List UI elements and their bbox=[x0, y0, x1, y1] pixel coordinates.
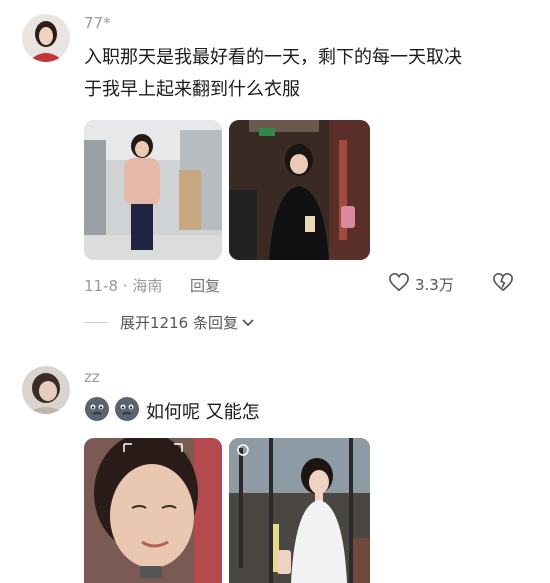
avatar[interactable] bbox=[22, 366, 70, 414]
comment-photo-cafe[interactable] bbox=[229, 438, 370, 583]
like-count: 3.3万 bbox=[415, 275, 454, 294]
comment-date-location: 11-8 · 海南 bbox=[84, 277, 163, 295]
sad-face-emoji-icon bbox=[114, 396, 140, 426]
comment-photo-selfie[interactable] bbox=[84, 438, 222, 583]
avatar[interactable] bbox=[22, 14, 70, 62]
comment-photo-bar[interactable] bbox=[229, 120, 370, 260]
heart-outline-icon bbox=[388, 272, 410, 296]
comment-text: 如何呢 又能怎 bbox=[146, 402, 260, 423]
sad-face-emoji-icon bbox=[84, 396, 110, 426]
comment-text: 入职那天是我最好看的一天，剩下的每一天取决 于我早上起来翻到什么衣服 bbox=[84, 47, 462, 100]
like-button[interactable]: 3.3万 bbox=[388, 272, 454, 296]
expand-replies-button[interactable]: 展开1216 条回复 bbox=[84, 312, 254, 333]
broken-heart-icon[interactable] bbox=[492, 272, 514, 296]
chevron-down-icon bbox=[242, 318, 254, 328]
username[interactable]: zz bbox=[84, 368, 100, 386]
username[interactable]: 77* bbox=[84, 14, 111, 32]
reply-button[interactable]: 回复 bbox=[190, 275, 220, 296]
divider-line bbox=[84, 322, 108, 323]
expand-replies-label: 展开1216 条回复 bbox=[120, 314, 238, 332]
comment-photo-office[interactable] bbox=[84, 120, 222, 260]
comment-text-row: 如何呢 又能怎 bbox=[84, 396, 260, 426]
